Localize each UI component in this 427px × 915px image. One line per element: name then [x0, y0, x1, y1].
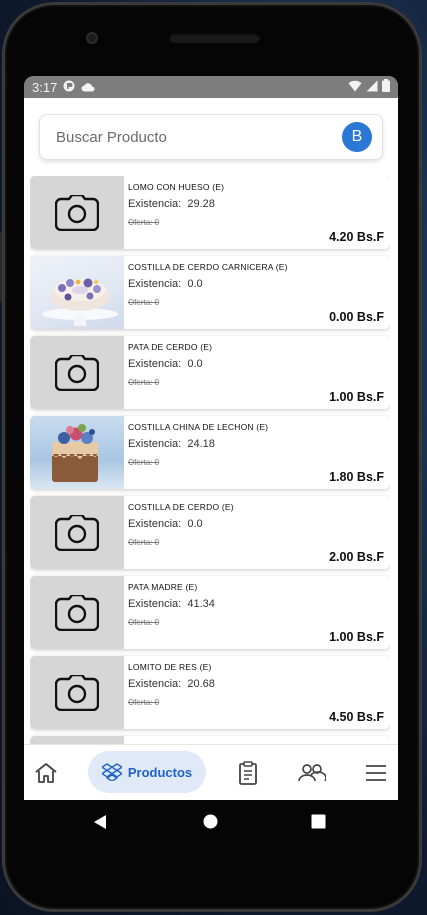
product-price: 0.00 Bs.F	[329, 310, 384, 324]
nav-productos-label: Productos	[127, 764, 193, 780]
product-image-placeholder	[30, 176, 124, 249]
avatar[interactable]: B	[342, 122, 372, 152]
product-stock: Existencia: 0.0	[128, 358, 203, 370]
back-icon	[94, 815, 106, 829]
search-input[interactable]	[54, 127, 342, 147]
search-bar: B	[39, 114, 383, 160]
product-card[interactable]: PATA MADRE (E) Existencia: 41.34 Oferta:…	[30, 576, 390, 649]
home-circle-icon	[203, 814, 218, 829]
recents-icon	[311, 814, 326, 829]
users-icon	[298, 764, 326, 782]
android-navigation-bar	[0, 800, 427, 846]
product-name: LOMO CON HUESO (E)	[128, 182, 225, 192]
product-image-cake	[30, 416, 124, 489]
product-card[interactable]: COSTILLA DE CERDO CARNICERA (E) Existenc…	[30, 256, 390, 329]
signal-icon	[366, 80, 378, 95]
product-price: 1.00 Bs.F	[329, 630, 384, 644]
product-card-partial[interactable]	[30, 736, 390, 744]
nav-productos[interactable]: Productos	[88, 751, 206, 793]
product-name: PATA DE CERDO (E)	[128, 342, 213, 352]
product-offer: Oferta: 0	[128, 458, 160, 467]
product-name: COSTILLA CHINA DE LECHON (E)	[128, 422, 269, 432]
camera-icon	[55, 354, 99, 391]
product-price: 1.80 Bs.F	[329, 470, 384, 484]
product-name: COSTILLA DE CERDO (E)	[128, 502, 234, 512]
product-card[interactable]: COSTILLA CHINA DE LECHON (E) Existencia:…	[30, 416, 390, 489]
home-icon	[35, 763, 57, 783]
product-offer: Oferta: 0	[128, 298, 160, 307]
product-price: 4.20 Bs.F	[329, 230, 384, 244]
status-bar: 3:17	[24, 76, 398, 98]
product-offer: Oferta: 0	[128, 218, 160, 227]
product-image-placeholder	[30, 576, 124, 649]
app-notification-icon	[63, 80, 75, 95]
app-screen: 3:17 Buscar Producto B LOMO CON HUESO (E…	[24, 76, 398, 800]
nav-orders[interactable]	[234, 759, 262, 787]
status-time: 3:17	[32, 79, 58, 95]
product-price: 4.50 Bs.F	[329, 710, 384, 724]
product-stock: Existencia: 29.28	[128, 198, 215, 210]
product-image-cake	[30, 256, 124, 329]
product-price: 1.00 Bs.F	[329, 390, 384, 404]
camera-icon	[55, 594, 99, 631]
product-card[interactable]: COSTILLA DE CERDO (E) Existencia: 0.0 Of…	[30, 496, 390, 569]
product-name: PATA MADRE (E)	[128, 582, 198, 592]
back-button[interactable]	[92, 814, 108, 835]
product-image-placeholder	[30, 336, 124, 409]
wifi-icon	[348, 80, 362, 95]
product-price: 2.00 Bs.F	[329, 550, 384, 564]
product-card[interactable]: LOMITO DE RES (E) Existencia: 20.68 Ofer…	[30, 656, 390, 729]
nav-menu[interactable]	[362, 759, 390, 787]
product-offer: Oferta: 0	[128, 378, 160, 387]
nav-clients[interactable]	[296, 759, 328, 787]
product-stock: Existencia: 0.0	[128, 278, 203, 290]
product-name: LOMITO DE RES (E)	[128, 662, 212, 672]
front-camera	[86, 32, 98, 44]
battery-icon	[382, 79, 390, 95]
earpiece-speaker	[169, 33, 260, 43]
cloud-icon	[81, 80, 95, 95]
home-button[interactable]	[203, 814, 218, 834]
product-offer: Oferta: 0	[128, 618, 160, 627]
camera-icon	[55, 194, 99, 231]
product-name: COSTILLA DE CERDO CARNICERA (E)	[128, 262, 288, 272]
product-stock: Existencia: 41.34	[128, 598, 215, 610]
menu-icon	[366, 765, 386, 781]
clipboard-icon	[239, 761, 257, 785]
dropbox-icon	[101, 763, 122, 781]
power-button	[0, 232, 2, 302]
product-card[interactable]: PATA DE CERDO (E) Existencia: 0.0 Oferta…	[30, 336, 390, 409]
product-stock: Existencia: 20.68	[128, 678, 215, 690]
nav-home[interactable]	[32, 759, 60, 787]
product-stock: Existencia: 0.0	[128, 518, 203, 530]
camera-icon	[55, 514, 99, 551]
bottom-navigation: Productos	[24, 744, 398, 800]
camera-icon	[55, 674, 99, 711]
product-image-placeholder	[30, 736, 124, 744]
product-list[interactable]: LOMO CON HUESO (E) Existencia: 29.28 Ofe…	[30, 176, 390, 744]
product-offer: Oferta: 0	[128, 698, 160, 707]
product-card[interactable]: LOMO CON HUESO (E) Existencia: 29.28 Ofe…	[30, 176, 390, 249]
recents-button[interactable]	[311, 814, 326, 834]
product-image-placeholder	[30, 656, 124, 729]
product-stock: Existencia: 24.18	[128, 438, 215, 450]
product-image-placeholder	[30, 496, 124, 569]
product-offer: Oferta: 0	[128, 538, 160, 547]
